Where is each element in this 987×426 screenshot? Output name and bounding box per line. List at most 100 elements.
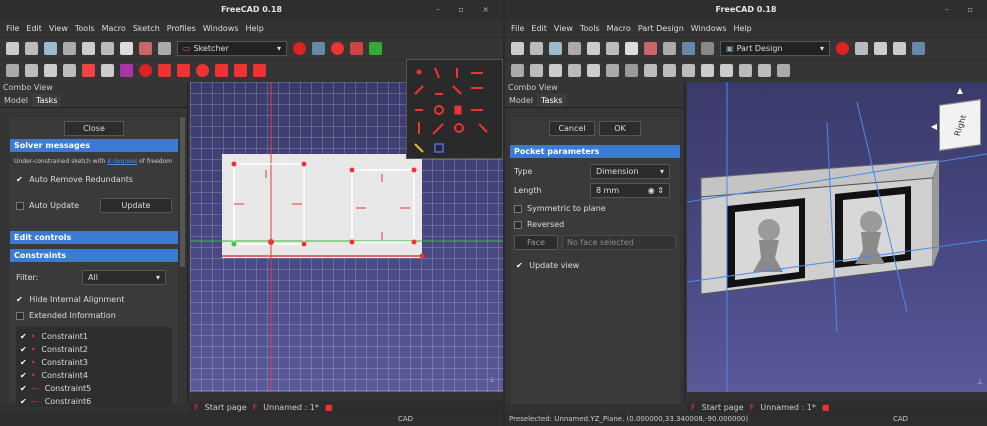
solver-messages-header[interactable]: Solver messages xyxy=(10,139,178,152)
view-icon[interactable] xyxy=(912,42,925,55)
record-macro-icon[interactable] xyxy=(293,42,306,55)
point-icon[interactable] xyxy=(139,64,152,77)
edit-controls-header[interactable]: Edit controls xyxy=(10,231,178,244)
window-controls[interactable]: – ▫ xyxy=(945,0,981,19)
datum-plane-icon[interactable] xyxy=(682,64,695,77)
folder-icon[interactable] xyxy=(530,64,543,77)
polygon-icon[interactable] xyxy=(253,64,266,77)
macros-icon[interactable] xyxy=(874,42,887,55)
auto-remove-row[interactable]: ✔ Auto Remove Redundants xyxy=(10,171,178,188)
menu-view[interactable]: View xyxy=(554,24,573,33)
pad-icon[interactable] xyxy=(701,64,714,77)
reversed-checkbox[interactable] xyxy=(514,220,522,229)
sketch-view-icon[interactable] xyxy=(101,64,114,77)
circle-icon[interactable] xyxy=(196,64,209,77)
execute-macro-icon[interactable] xyxy=(893,42,906,55)
menu-edit[interactable]: Edit xyxy=(531,24,547,33)
menu-file[interactable]: File xyxy=(511,24,524,33)
extended-info-checkbox[interactable] xyxy=(16,311,24,320)
sketch-icon[interactable] xyxy=(625,64,638,77)
3d-viewport[interactable]: Right ◀ ▲ ⊥ xyxy=(687,82,987,392)
leave-sketch-icon[interactable] xyxy=(82,64,95,77)
update-button[interactable]: Update xyxy=(100,198,172,213)
part-icon[interactable] xyxy=(511,64,524,77)
menu-view[interactable]: View xyxy=(49,24,68,33)
list-item[interactable]: ✔ • Constraint1 xyxy=(16,330,172,343)
redo-icon[interactable] xyxy=(663,42,676,55)
tab-unnamed[interactable]: Unnamed : 1* xyxy=(263,403,319,412)
constraint-toggle-icon[interactable] xyxy=(331,42,344,55)
navigation-style[interactable]: CAD xyxy=(398,413,413,426)
tab-tasks[interactable]: Tasks xyxy=(537,94,567,107)
symmetric-checkbox[interactable] xyxy=(514,204,522,213)
polyline-icon[interactable] xyxy=(215,64,228,77)
body-icon[interactable] xyxy=(606,64,619,77)
section-icon[interactable] xyxy=(120,64,133,77)
menu-tools[interactable]: Tools xyxy=(75,24,95,33)
tab-model[interactable]: Model xyxy=(0,94,32,107)
axo-view-icon[interactable] xyxy=(587,64,600,77)
face-button[interactable]: Face xyxy=(514,235,558,250)
paste-icon[interactable] xyxy=(625,42,638,55)
menu-file[interactable]: File xyxy=(6,24,19,33)
open-file-icon[interactable] xyxy=(530,42,543,55)
window-controls[interactable]: – ▫ × xyxy=(436,0,497,19)
dof-link[interactable]: 8 degrees xyxy=(107,158,137,165)
length-spinbox[interactable]: 8 mm ◉ ⇕ xyxy=(590,183,670,198)
datum-point-icon[interactable] xyxy=(644,64,657,77)
tab-start-page[interactable]: Start page xyxy=(205,403,247,412)
constraints-header[interactable]: Constraints xyxy=(10,249,178,262)
panel-scrollbar[interactable] xyxy=(180,117,185,267)
rectangle-icon[interactable] xyxy=(234,64,247,77)
groove-icon[interactable] xyxy=(777,64,790,77)
symmetric-row[interactable]: Symmetric to plane xyxy=(510,200,680,217)
sketch-tools-icon[interactable] xyxy=(350,42,363,55)
refresh-icon[interactable] xyxy=(682,42,695,55)
menu-help[interactable]: Help xyxy=(246,24,264,33)
face-field[interactable]: No face selected xyxy=(562,235,676,250)
list-item[interactable]: ✔ — Constraint6 xyxy=(16,395,172,408)
list-item[interactable]: ✔ • Constraint3 xyxy=(16,356,172,369)
ok-button[interactable]: OK xyxy=(599,120,641,136)
update-view-row[interactable]: ✔ Update view xyxy=(510,253,680,278)
close-icon[interactable]: ■ xyxy=(822,403,830,412)
part-icon[interactable] xyxy=(6,64,19,77)
menu-tools[interactable]: Tools xyxy=(580,24,600,33)
pocket-icon[interactable] xyxy=(739,64,752,77)
spin-arrows-icon[interactable]: ◉ ⇕ xyxy=(648,186,664,195)
arc-icon[interactable] xyxy=(177,64,190,77)
menu-profiles[interactable]: Profiles xyxy=(167,24,196,33)
record-macro-icon[interactable] xyxy=(836,42,849,55)
paste-icon[interactable] xyxy=(120,42,133,55)
fit-selection-icon[interactable] xyxy=(568,64,581,77)
auto-update-checkbox[interactable] xyxy=(16,201,24,210)
print-icon[interactable] xyxy=(568,42,581,55)
datum-line-icon[interactable] xyxy=(663,64,676,77)
type-select[interactable]: Dimension ▾ xyxy=(590,164,670,179)
folder-icon[interactable] xyxy=(25,64,38,77)
menu-windows[interactable]: Windows xyxy=(203,24,239,33)
tab-model[interactable]: Model xyxy=(505,94,537,107)
menu-windows[interactable]: Windows xyxy=(691,24,727,33)
close-button[interactable]: Close xyxy=(64,120,124,136)
list-item[interactable]: ✔ • Constraint2 xyxy=(16,343,172,356)
workbench-selector[interactable]: ▭ Sketcher ▾ xyxy=(177,41,287,56)
close-icon[interactable]: ■ xyxy=(325,403,333,412)
copy-icon[interactable] xyxy=(606,42,619,55)
tab-unnamed[interactable]: Unnamed : 1* xyxy=(760,403,816,412)
open-file-icon[interactable] xyxy=(25,42,38,55)
navigation-cube[interactable]: Right xyxy=(939,99,981,151)
navcube-up-arrow-icon[interactable]: ▲ xyxy=(957,86,963,95)
copy-icon[interactable] xyxy=(101,42,114,55)
redo-icon[interactable] xyxy=(158,42,171,55)
hole-icon[interactable] xyxy=(758,64,771,77)
workbench-selector[interactable]: ▣ Part Design ▾ xyxy=(720,41,830,56)
hide-internal-row[interactable]: ✔ Hide Internal Alignment xyxy=(10,293,178,306)
navigation-style[interactable]: CAD xyxy=(893,413,908,426)
new-file-icon[interactable] xyxy=(6,42,19,55)
revolution-icon[interactable] xyxy=(720,64,733,77)
list-item[interactable]: ✔ • Constraint4 xyxy=(16,369,172,382)
save-icon[interactable] xyxy=(44,42,57,55)
validate-icon[interactable] xyxy=(369,42,382,55)
tab-tasks[interactable]: Tasks xyxy=(32,94,62,107)
